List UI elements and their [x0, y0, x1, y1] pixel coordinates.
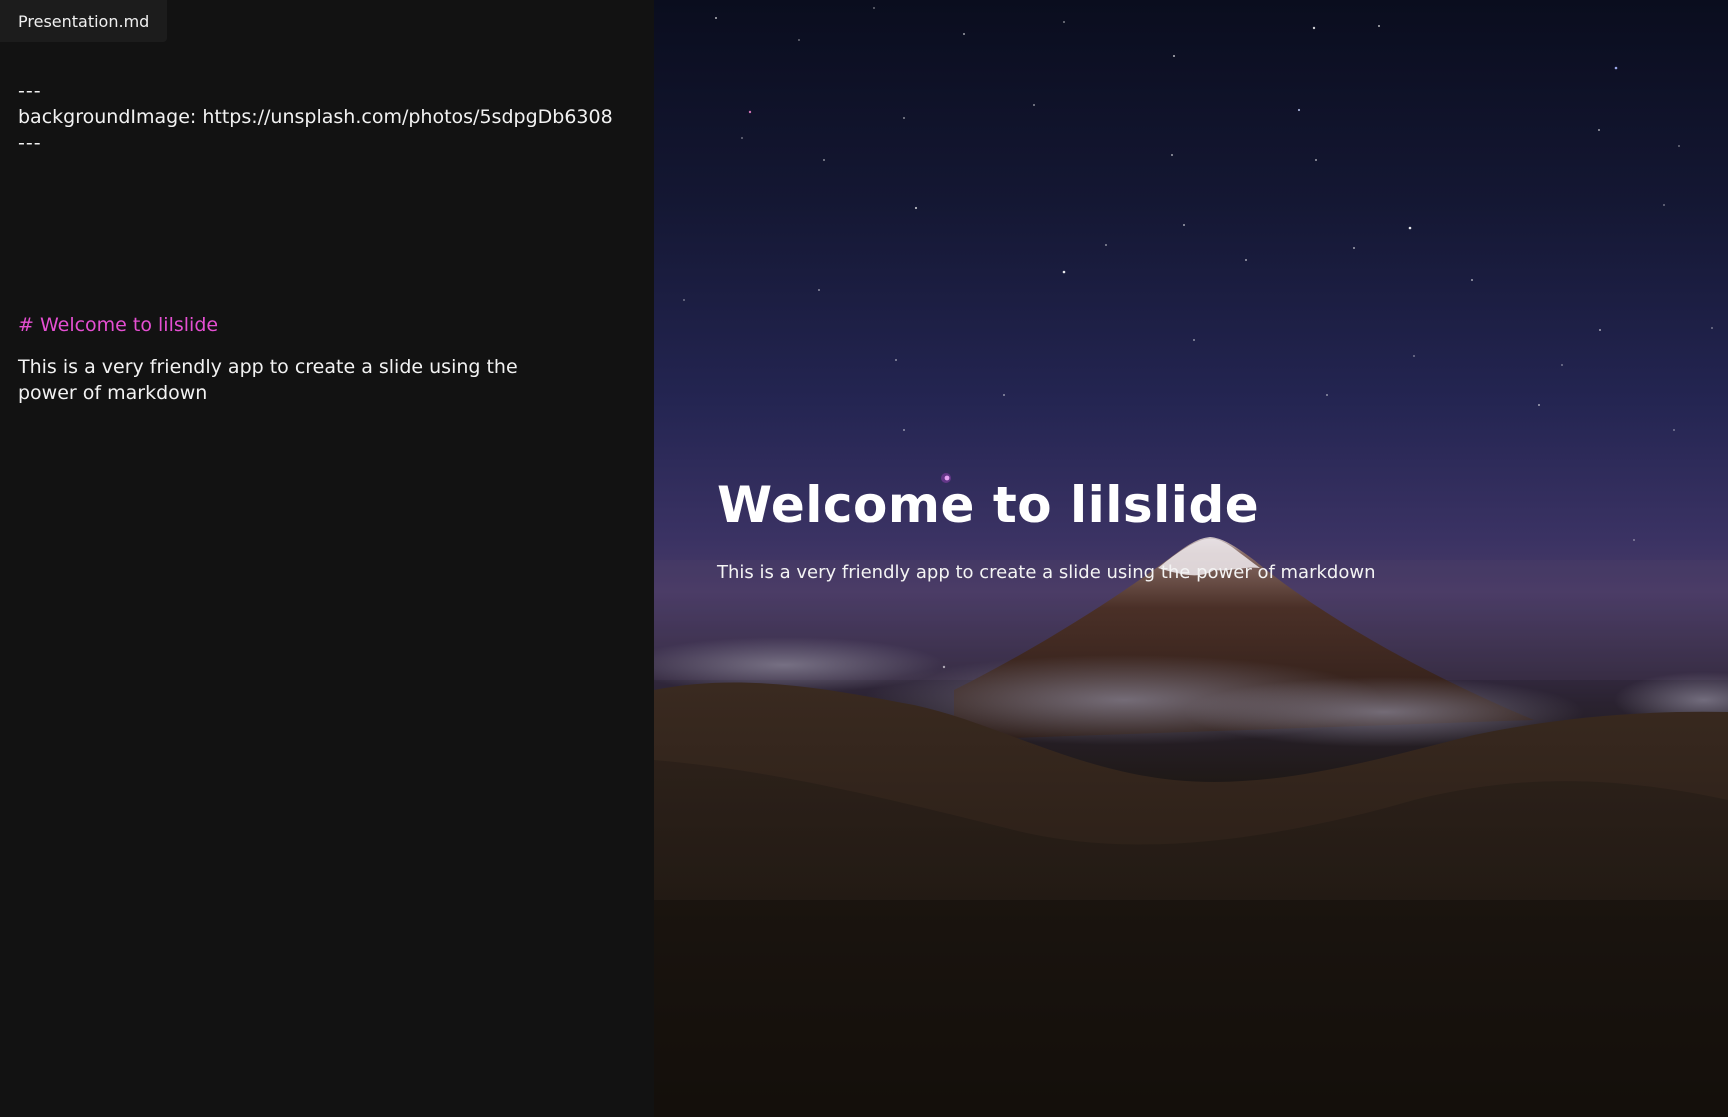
- file-tab-label: Presentation.md: [18, 11, 150, 31]
- app-root: Presentation.md --- backgroundImage: htt…: [0, 0, 1728, 1117]
- markdown-editor-pane: Presentation.md --- backgroundImage: htt…: [0, 0, 654, 1117]
- slide-title: Welcome to lilslide: [717, 476, 1260, 534]
- slide-content: Welcome to lilslide This is a very frien…: [717, 470, 1677, 586]
- markdown-paragraph-line[interactable]: This is a very friendly app to create a …: [18, 354, 578, 406]
- frontmatter-open-line[interactable]: ---: [18, 78, 638, 104]
- file-tab[interactable]: Presentation.md: [0, 0, 168, 42]
- frontmatter-background-line[interactable]: backgroundImage: https://unsplash.com/ph…: [18, 104, 638, 130]
- frontmatter-close-line[interactable]: ---: [18, 130, 638, 156]
- markdown-heading-line[interactable]: # Welcome to lilslide: [18, 312, 638, 338]
- editor-blank-lines[interactable]: [18, 156, 638, 312]
- slide-preview-pane: Welcome to lilslide This is a very frien…: [654, 0, 1728, 1117]
- markdown-editor[interactable]: --- backgroundImage: https://unsplash.co…: [18, 78, 638, 406]
- slide-paragraph: This is a very friendly app to create a …: [717, 562, 1376, 583]
